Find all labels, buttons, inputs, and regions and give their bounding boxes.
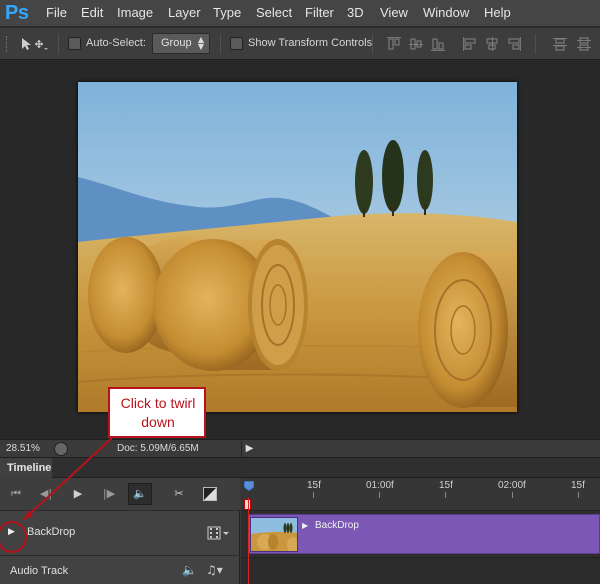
align-right-edges-icon[interactable] <box>506 36 522 52</box>
align-left-edges-icon[interactable] <box>462 36 478 52</box>
menu-image[interactable]: Image <box>117 5 153 20</box>
previous-frame-icon[interactable]: ◀| <box>37 486 55 502</box>
ruler-tick <box>512 492 513 498</box>
distribute-top-icon[interactable] <box>552 36 568 52</box>
status-info-icon[interactable] <box>54 442 68 456</box>
auto-select-label: Auto-Select: <box>86 37 146 49</box>
status-menu-arrow-icon[interactable]: ▶ <box>241 441 257 457</box>
separator <box>58 34 59 54</box>
menu-type[interactable]: Type <box>213 5 241 20</box>
clip-name: BackDrop <box>315 520 359 531</box>
menu-view[interactable]: View <box>380 5 408 20</box>
hay-bales-photo <box>78 82 517 412</box>
auto-select-target-value: Group <box>161 37 192 49</box>
separator <box>372 34 373 54</box>
play-icon[interactable]: ▶ <box>69 486 87 502</box>
ruler-tick <box>313 492 314 498</box>
timeline-panel: ⏮ ◀| ▶ |▶ 🔈 ✂ ▶ BackDrop Audio Track 🔈 ♫… <box>0 478 600 584</box>
menu-help[interactable]: Help <box>484 5 511 20</box>
ruler-tick <box>379 492 380 498</box>
playhead-handle-icon[interactable] <box>244 481 254 491</box>
photoshop-logo: Ps <box>5 2 29 24</box>
audio-track-lane[interactable] <box>241 557 600 584</box>
ruler-tick-label: 15f <box>307 480 321 491</box>
menu-file[interactable]: File <box>46 5 67 20</box>
film-strip-menu-icon[interactable] <box>207 526 229 540</box>
playback-controls: ⏮ ◀| ▶ |▶ 🔈 ✂ <box>0 478 240 511</box>
menu-window[interactable]: Window <box>423 5 469 20</box>
ruler-tick-label: 15f <box>571 480 585 491</box>
mute-speaker-icon[interactable]: 🔈 <box>182 563 197 577</box>
align-horizontal-centers-icon[interactable] <box>484 36 500 52</box>
annotation-text: Click to twirl down <box>120 395 196 430</box>
menu-select[interactable]: Select <box>256 5 292 20</box>
align-bottom-edges-icon[interactable] <box>430 36 446 52</box>
distribute-vertical-centers-icon[interactable] <box>576 36 592 52</box>
twirl-down-arrow-icon[interactable]: ▶ <box>8 527 15 537</box>
annotation-callout: Click to twirl down <box>108 387 206 438</box>
video-track-row[interactable]: ▶ BackDrop <box>0 511 240 556</box>
music-note-menu-icon[interactable]: ♫▾ <box>206 563 223 577</box>
video-track-name: BackDrop <box>27 526 76 538</box>
audio-track-row[interactable]: Audio Track 🔈 ♫▾ <box>0 557 240 584</box>
transition-icon[interactable] <box>203 487 217 501</box>
menu-filter[interactable]: Filter <box>305 5 334 20</box>
align-top-edges-icon[interactable] <box>386 36 402 52</box>
panel-grip[interactable] <box>6 36 9 52</box>
ruler-tick <box>445 492 446 498</box>
show-transform-checkbox[interactable] <box>230 37 243 50</box>
document-size: Doc: 5.09M/6.65M <box>117 443 199 454</box>
clip-expand-arrow-icon[interactable]: ▶ <box>302 521 308 530</box>
ruler-tick-label: 15f <box>439 480 453 491</box>
audio-icon[interactable]: 🔈 <box>128 483 152 505</box>
document-canvas[interactable] <box>0 61 600 439</box>
ruler-tick-label: 02:00f <box>498 480 526 491</box>
menu-edit[interactable]: Edit <box>81 5 103 20</box>
menu-3d[interactable]: 3D <box>347 5 364 20</box>
playhead-line <box>248 498 249 584</box>
split-at-playhead-icon[interactable]: ✂ <box>170 486 188 502</box>
status-bar: 28.51% Doc: 5.09M/6.65M ▶ <box>0 439 600 458</box>
ruler-tick-label: 01:00f <box>366 480 394 491</box>
go-to-first-frame-icon[interactable]: ⏮ <box>7 486 25 502</box>
separator <box>220 34 221 54</box>
document-image[interactable] <box>78 82 517 412</box>
video-clip[interactable]: ▶ BackDrop <box>248 514 600 554</box>
move-tool-icon[interactable] <box>20 36 48 52</box>
next-frame-icon[interactable]: |▶ <box>100 486 118 502</box>
tab-timeline[interactable]: Timeline <box>0 458 52 478</box>
menu-layer[interactable]: Layer <box>168 5 201 20</box>
timeline-tab-bar: Timeline <box>0 458 600 478</box>
show-transform-label: Show Transform Controls <box>248 37 373 49</box>
clip-thumbnail <box>250 517 298 552</box>
time-ruler[interactable]: 15f 01:00f 15f 02:00f 15f <box>241 478 600 511</box>
timeline-track-headers: ⏮ ◀| ▶ |▶ 🔈 ✂ ▶ BackDrop Audio Track 🔈 ♫… <box>0 478 240 584</box>
auto-select-target-dropdown[interactable]: Group ▲ ▼ <box>152 33 210 54</box>
timeline-tracks-area[interactable]: 15f 01:00f 15f 02:00f 15f ▶ BackDrop <box>241 478 600 584</box>
menu-bar: Ps File Edit Image Layer Type Select Fil… <box>0 0 600 27</box>
audio-track-name: Audio Track <box>10 565 69 577</box>
ruler-tick <box>578 492 579 498</box>
auto-select-checkbox[interactable] <box>68 37 81 50</box>
separator <box>535 34 536 54</box>
dropdown-arrows-icon: ▲ ▼ <box>197 35 204 51</box>
options-bar: Auto-Select: Group ▲ ▼ Show Transform Con… <box>0 28 600 60</box>
zoom-level[interactable]: 28.51% <box>6 443 40 454</box>
align-vertical-centers-icon[interactable] <box>408 36 424 52</box>
